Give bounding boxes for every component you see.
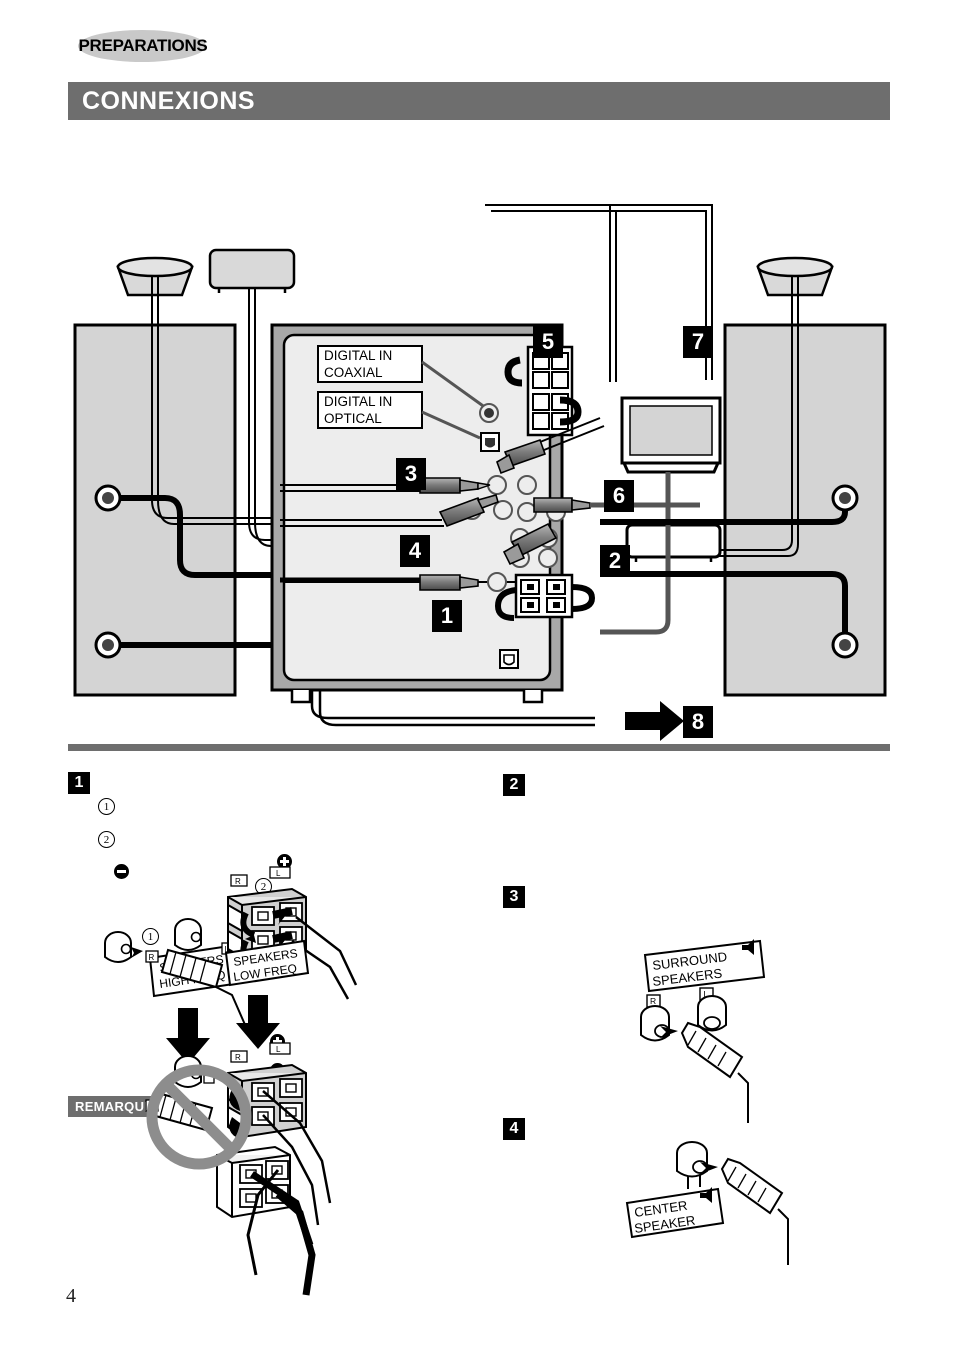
section-divider — [68, 744, 890, 751]
binding-post-right — [174, 918, 202, 951]
source-component — [625, 523, 722, 562]
callout-6-label: 6 — [612, 483, 626, 508]
fig-surround-speakers: SURROUND SPEAKERS R L — [640, 939, 766, 1123]
section-tag-label: PREPARATIONS — [78, 36, 208, 55]
callout-7-label: 7 — [691, 329, 705, 354]
callout-5: 5 — [533, 326, 563, 358]
surround-plug — [680, 1021, 749, 1123]
callout-1-label: 1 — [440, 603, 454, 628]
section-tag: PREPARATIONS — [68, 28, 218, 64]
lo-freq-r-marker-low: R — [235, 1053, 241, 1062]
hi-freq-r-marker: R — [149, 953, 155, 962]
instruction-illustrations: SPEAKERS HIGH FREQ R L — [0, 755, 954, 1315]
callout-2-label: 2 — [608, 548, 622, 573]
optical-jack — [480, 432, 500, 452]
tv-monitor — [620, 396, 722, 474]
fig-low-freq-terminal-upper: R L SPEAKERS LOW FREQ — [224, 866, 358, 1000]
binding-post-left — [104, 931, 132, 963]
callout-7: 7 — [683, 326, 713, 358]
right-shelf-panel — [723, 323, 887, 697]
opt-label-line2: OPTICAL — [324, 411, 382, 426]
connection-diagram: DIGITAL IN COAXIAL DIGITAL IN OPTICAL — [0, 150, 954, 750]
power-arrow-icon — [625, 701, 684, 741]
page-title-bar: CONNEXIONS — [68, 82, 890, 120]
coax-label-line2: COAXIAL — [324, 365, 383, 380]
lo-freq-r-marker-up: R — [235, 877, 241, 886]
fig-high-freq-terminal: SPEAKERS HIGH FREQ R L — [104, 918, 247, 1168]
center-plug — [720, 1157, 789, 1265]
callout-3: 3 — [396, 458, 426, 490]
lo-freq-l-marker-up: L — [276, 869, 281, 878]
ac-power-cord — [310, 690, 595, 727]
lo-freq-l-marker-low: L — [276, 1045, 281, 1054]
callout-1: 1 — [432, 600, 462, 632]
page-number: 4 — [66, 1285, 76, 1307]
callout-3-label: 3 — [404, 461, 418, 486]
callout-4: 4 — [400, 535, 430, 567]
callout-2: 2 — [600, 545, 630, 577]
center-jack — [676, 1141, 708, 1178]
surround-r-marker: R — [650, 996, 656, 1006]
callout-4-label: 4 — [408, 538, 422, 563]
surround-jack-l — [697, 995, 727, 1032]
coaxial-jack — [479, 403, 499, 423]
callout-6: 6 — [604, 480, 634, 512]
callout-8-label: 8 — [691, 709, 705, 734]
callout-8: 8 — [683, 706, 713, 738]
coax-label-line1: DIGITAL IN — [324, 348, 392, 363]
connection-diagram-svg: DIGITAL IN COAXIAL DIGITAL IN OPTICAL — [73, 204, 887, 741]
opt-label-line1: DIGITAL IN — [324, 394, 392, 409]
callout-5-label: 5 — [541, 329, 555, 354]
instruction-illustrations-svg: SPEAKERS HIGH FREQ R L — [104, 866, 789, 1296]
page-title: CONNEXIONS — [82, 86, 256, 115]
fig-center-speaker: CENTER SPEAKER — [625, 1141, 789, 1265]
